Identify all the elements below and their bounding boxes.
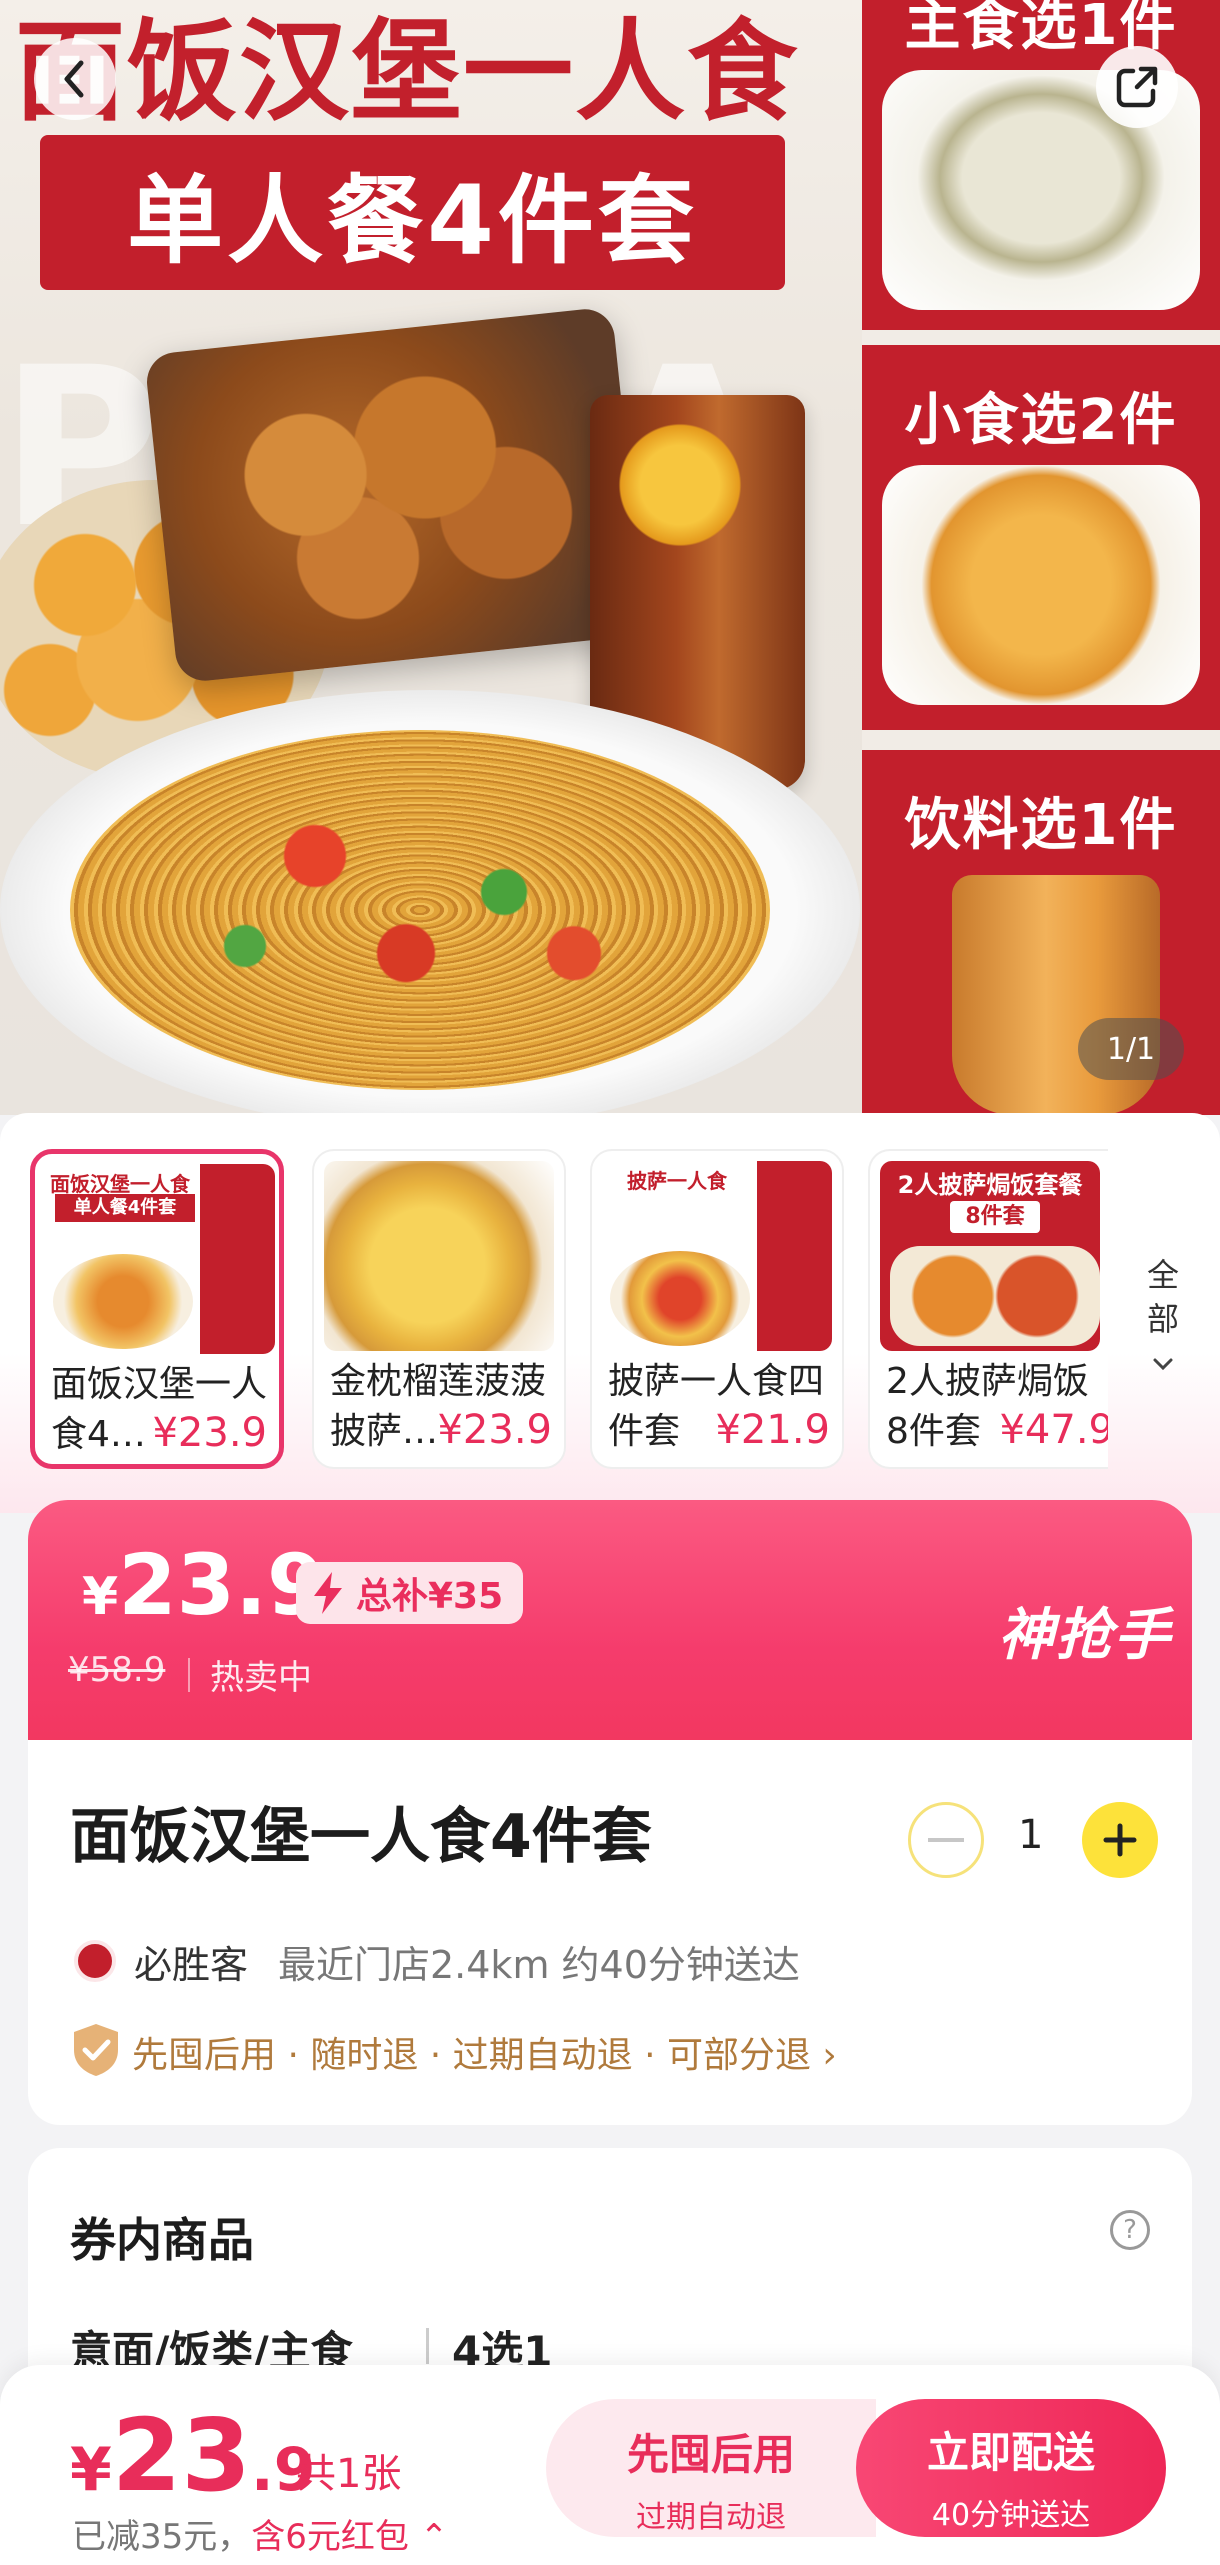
product-thumb: 2人披萨焗饭套餐 8件套 — [880, 1161, 1100, 1351]
chicken-wings-image — [144, 306, 646, 684]
thumb-food — [890, 1246, 1100, 1346]
deliver-now-sublabel: 40分钟送达 — [931, 2498, 1091, 2533]
hero-title: 面饭汉堡一人食 — [15, 8, 799, 136]
decrease-quantity-button[interactable] — [908, 1802, 984, 1878]
promo-price: ¥23.9 — [82, 1536, 325, 1634]
thumb-image — [324, 1161, 554, 1351]
increase-quantity-button[interactable] — [1082, 1802, 1158, 1878]
product-card[interactable]: 金枕榴莲菠菠披萨… ¥23.9 — [312, 1149, 566, 1469]
product-thumb: 披萨一人食 — [602, 1161, 832, 1351]
share-icon — [1116, 66, 1158, 108]
hero-subtitle: 单人餐4件套 — [127, 165, 698, 277]
thumb-title: 披萨一人食 — [627, 1169, 727, 1193]
promo-brand-logo: 神抢手 — [998, 1603, 1172, 1668]
refund-policy-link[interactable]: 先囤后用 · 随时退 · 过期自动退 · 可部分退 › — [132, 2026, 837, 2078]
view-all-toggle[interactable]: 全 部 — [1138, 1253, 1188, 1385]
total-currency: ¥ — [70, 2435, 112, 2505]
product-title: 面饭汉堡一人食4件套 — [70, 1802, 652, 1872]
store-logo — [74, 1940, 116, 1982]
plus-icon — [1103, 1823, 1137, 1857]
thumb-title: 2人披萨焗饭套餐 — [897, 1171, 1083, 1199]
product-price: ¥47.9 — [999, 1407, 1108, 1453]
promo-price-band: ¥23.9 总补¥35 ¥58.9 热卖中 神抢手 — [28, 1500, 1192, 1750]
product-card[interactable]: 披萨一人食 披萨一人食四件套 ¥21.9 — [590, 1149, 844, 1469]
thumb-band: 单人餐4件套 — [55, 1194, 195, 1222]
checkout-bar: ¥23.9 共1张 已减35元，含6元红包 ⌃ 先囤后用 过期自动退 立即配送 … — [0, 2365, 1220, 2565]
lightning-icon — [314, 1572, 342, 1614]
original-price: ¥58.9 — [68, 1650, 166, 1690]
thumb-food — [610, 1251, 750, 1346]
side-card-main: 主食选1件 — [862, 0, 1220, 330]
image-pager: 1/1 — [1078, 1018, 1184, 1080]
back-button[interactable] — [34, 38, 116, 120]
product-price: ¥23.9 — [437, 1407, 552, 1453]
chevron-down-icon — [1153, 1358, 1173, 1371]
thumb-side — [757, 1161, 832, 1351]
divider — [426, 2328, 429, 2364]
store-distance-delivery: 最近门店2.4km 约40分钟送达 — [278, 1943, 800, 1987]
thumb-image: 面饭汉堡一人食 单人餐4件套 — [45, 1164, 275, 1354]
thumb-title: 面饭汉堡一人食 — [50, 1172, 190, 1196]
side-card-label: 饮料选1件 — [904, 793, 1178, 858]
buy-later-sublabel: 过期自动退 — [636, 2500, 786, 2535]
thumb-food — [53, 1254, 193, 1349]
quantity-value: 1 — [1018, 1812, 1044, 1858]
thumb-side — [200, 1164, 275, 1354]
pasta-image — [70, 730, 770, 1090]
minus-icon — [928, 1838, 964, 1842]
promo-price-value: 23.9 — [118, 1536, 326, 1634]
product-selector: 面饭汉堡一人食 单人餐4件套 面饭汉堡一人食4… ¥23.9 金枕榴莲菠菠披萨…… — [0, 1113, 1220, 1513]
subsidy-text: 总补¥35 — [356, 1576, 504, 1617]
hero-subtitle-banner: 单人餐4件套 — [40, 135, 785, 290]
total-price-int: 23 — [111, 2397, 251, 2514]
divider — [188, 1658, 190, 1692]
shield-check-icon — [74, 2024, 118, 2076]
product-price: ¥23.9 — [152, 1410, 267, 1456]
sale-status: 热卖中 — [210, 1658, 312, 1698]
voucher-count: 共1张 — [296, 2451, 402, 2497]
product-thumb — [324, 1161, 554, 1351]
help-icon[interactable]: ? — [1110, 2210, 1150, 2250]
view-all-label: 全 部 — [1138, 1253, 1188, 1341]
discount-details[interactable]: 已减35元，含6元红包 ⌃ — [72, 2509, 448, 2558]
side-card-label: 小食选2件 — [904, 388, 1178, 453]
side-card-label: 主食选1件 — [904, 0, 1178, 58]
thumb-subtitle: 8件套 — [950, 1201, 1040, 1233]
thumb-image: 2人披萨焗饭套餐 8件套 — [880, 1161, 1100, 1351]
view-all-label-1: 全 — [1146, 1256, 1179, 1294]
hero-main-poster: PIZZA 面饭汉堡一人食 单人餐4件套 — [0, 0, 860, 1115]
fried-chicken-image — [882, 465, 1200, 705]
hero-side-cards: 主食选1件 小食选2件 饮料选1件 — [862, 0, 1220, 1115]
saved-amount: 已减35元， — [72, 2517, 252, 2557]
store-name[interactable]: 必胜客 — [134, 1934, 248, 1989]
thumb-image: 披萨一人食 — [602, 1161, 832, 1351]
product-card[interactable]: 2人披萨焗饭套餐 8件套 2人披萨焗饭8件套 ¥47.9 — [868, 1149, 1108, 1469]
side-card-snack: 小食选2件 — [862, 345, 1220, 730]
red-packet-info: 含6元红包 ⌃ — [251, 2517, 449, 2557]
deliver-now-button[interactable]: 立即配送 40分钟送达 — [856, 2399, 1166, 2537]
chevron-left-icon — [64, 60, 84, 98]
subsidy-badge: 总补¥35 — [296, 1562, 524, 1624]
product-thumb: 面饭汉堡一人食 单人餐4件套 — [45, 1164, 275, 1354]
buy-later-button[interactable]: 先囤后用 过期自动退 — [546, 2399, 876, 2537]
product-info-card: 面饭汉堡一人食4件套 1 必胜客 最近门店2.4km 约40分钟送达 先囤后用 … — [28, 1740, 1192, 2125]
buy-later-label: 先囤后用 — [626, 2430, 795, 2479]
voucher-section-title: 券内商品 — [70, 2213, 254, 2267]
view-all-label-2: 部 — [1146, 1300, 1179, 1338]
promo-currency: ¥ — [82, 1567, 119, 1627]
total-price: ¥23.9 — [70, 2397, 315, 2514]
deliver-now-label: 立即配送 — [926, 2428, 1095, 2477]
product-price: ¥21.9 — [715, 1407, 830, 1453]
page: PIZZA 面饭汉堡一人食 单人餐4件套 主食选1件 小食选2件 饮料选1件 — [0, 0, 1220, 2565]
product-card[interactable]: 面饭汉堡一人食 单人餐4件套 面饭汉堡一人食4… ¥23.9 — [30, 1149, 284, 1469]
hero-banner[interactable]: PIZZA 面饭汉堡一人食 单人餐4件套 主食选1件 小食选2件 饮料选1件 — [0, 0, 1220, 1115]
share-button[interactable] — [1096, 46, 1178, 128]
